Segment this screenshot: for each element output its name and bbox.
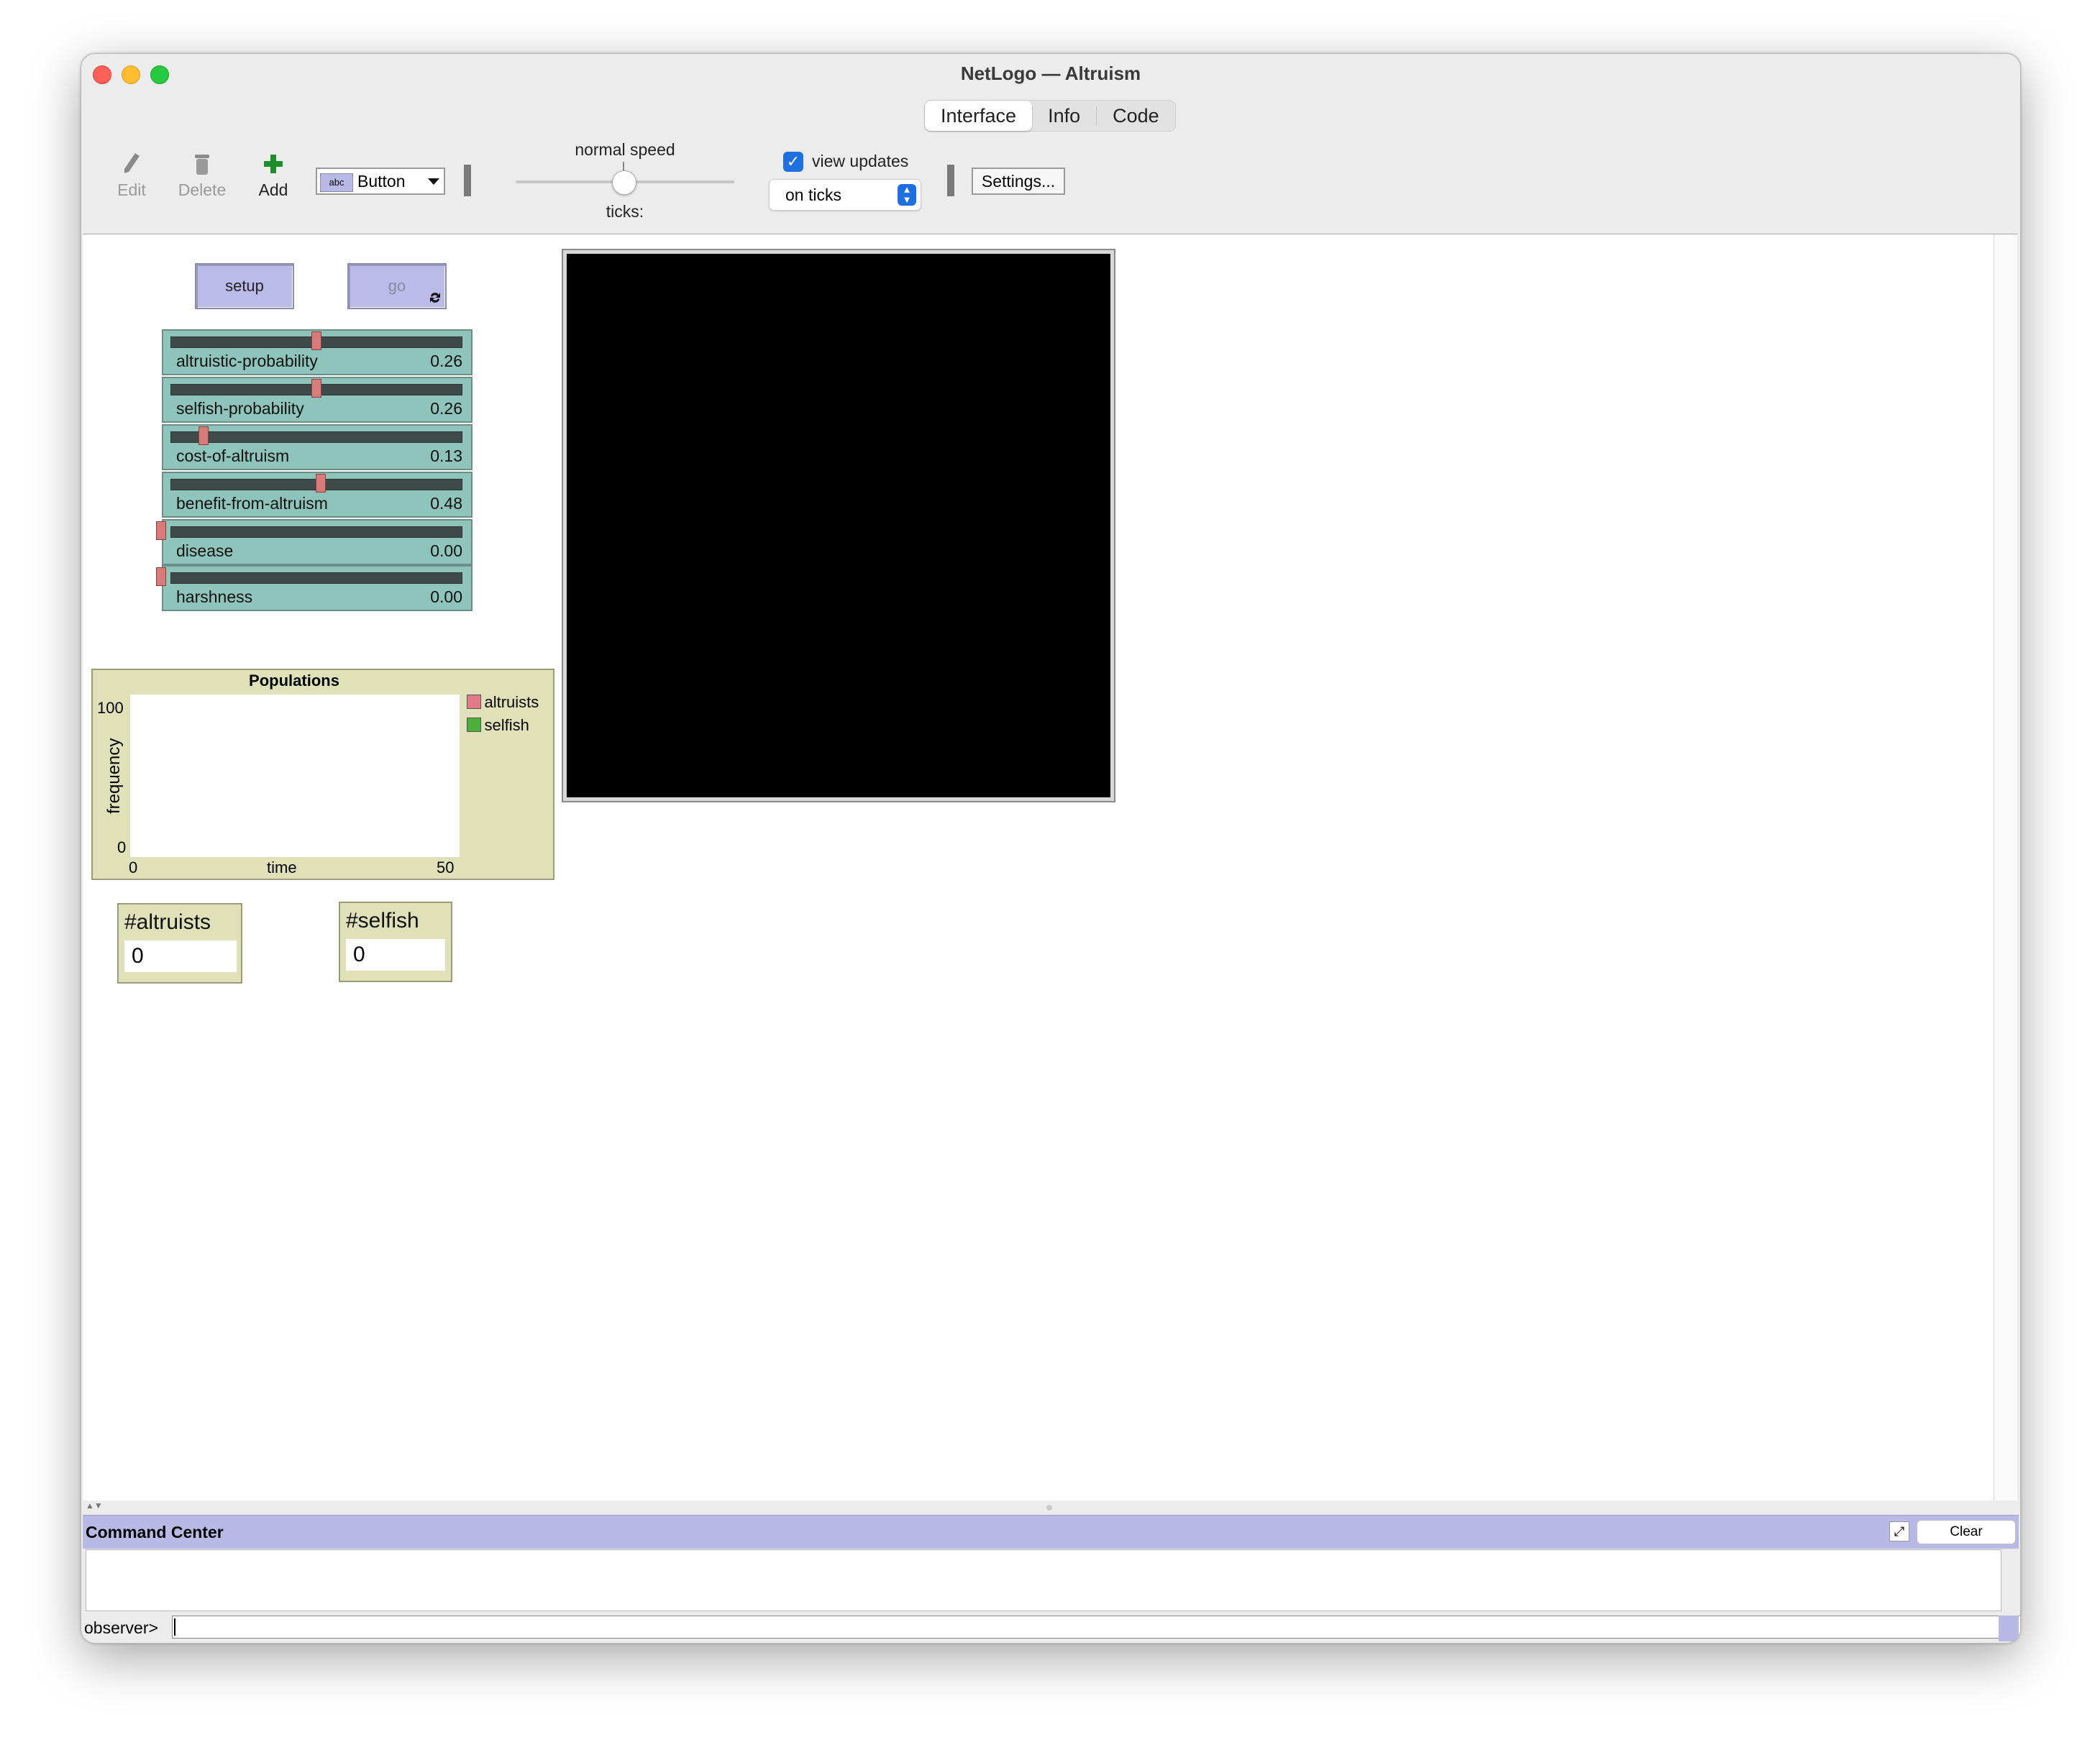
slider-label: selfish-probability	[176, 399, 304, 418]
command-input[interactable]	[172, 1616, 2020, 1639]
slider-track[interactable]	[170, 431, 462, 443]
slider-value: 0.48	[430, 494, 462, 513]
slider-label: altruistic-probability	[176, 352, 318, 370]
delete-button[interactable]: Delete	[166, 152, 238, 200]
slider-label: benefit-from-altruism	[176, 494, 328, 513]
trash-icon	[195, 155, 209, 175]
update-mode-value: on ticks	[785, 185, 841, 204]
expand-icon[interactable]: ⤢	[1889, 1521, 1909, 1541]
canvas-scrollbar[interactable]	[1994, 234, 2016, 1501]
slider-handle[interactable]	[198, 426, 209, 445]
chevron-down-icon	[428, 178, 439, 185]
slider-altruistic-probability[interactable]: altruistic-probability 0.26	[162, 329, 472, 375]
tab-code[interactable]: Code	[1097, 101, 1175, 131]
setup-button[interactable]: setup	[195, 263, 294, 309]
legend-swatch-altruists	[467, 695, 481, 709]
slider-handle[interactable]	[311, 379, 321, 398]
slider-value: 0.26	[430, 399, 462, 418]
view-updates-label: view updates	[812, 152, 909, 170]
legend-label-altruists: altruists	[484, 693, 539, 711]
delete-label: Delete	[178, 180, 227, 199]
slider-label: cost-of-altruism	[176, 446, 290, 465]
monitor-altruists-label: #altruists	[124, 910, 211, 934]
plot-ylabel: frequency	[104, 738, 124, 814]
plus-icon	[264, 155, 283, 173]
slider-value: 0.00	[430, 587, 462, 606]
add-label: Add	[258, 180, 288, 199]
tab-bar: Interface Info Code	[924, 100, 1176, 132]
slider-handle[interactable]	[316, 474, 326, 493]
legend-label-selfish: selfish	[484, 716, 529, 734]
world-view[interactable]	[562, 249, 1115, 802]
tab-info[interactable]: Info	[1032, 101, 1096, 131]
command-output	[86, 1549, 2001, 1611]
slider-value: 0.13	[430, 446, 462, 465]
split-arrows-icon[interactable]: ▲▼	[86, 1501, 103, 1511]
button-widget-icon: abc	[320, 173, 353, 192]
toolbar-separator	[464, 165, 471, 196]
ticks-label: ticks:	[606, 202, 644, 221]
slider-handle[interactable]	[311, 331, 321, 350]
window-title: NetLogo — Altruism	[960, 63, 1141, 84]
update-mode-select[interactable]: on ticks ▲ ▼	[769, 179, 921, 211]
splitter-handle[interactable]	[1046, 1505, 1052, 1511]
slider-track[interactable]	[170, 526, 462, 538]
slider-cost-of-altruism[interactable]: cost-of-altruism 0.13	[162, 424, 472, 470]
command-center: ▲▼ Command Center ⤢ Clear observer>	[83, 1501, 2020, 1641]
slider-selfish-probability[interactable]: selfish-probability 0.26	[162, 377, 472, 423]
plot-legend: altruists selfish	[467, 693, 539, 739]
go-label: go	[388, 277, 406, 295]
legend-swatch-selfish	[467, 718, 481, 732]
slider-label: disease	[176, 541, 234, 560]
stepper-arrows-icon: ▲ ▼	[898, 184, 916, 206]
monitor-selfish[interactable]: #selfish 0	[339, 902, 452, 982]
forever-loop-icon	[430, 293, 440, 303]
legend-item-altruists: altruists	[467, 693, 539, 716]
monitor-altruists[interactable]: #altruists 0	[117, 903, 242, 984]
add-button[interactable]: Add	[248, 152, 298, 200]
observer-prompt[interactable]: observer>	[84, 1618, 158, 1638]
monitor-selfish-value: 0	[346, 939, 445, 971]
tab-interface[interactable]: Interface	[925, 101, 1033, 131]
legend-item-selfish: selfish	[467, 716, 539, 739]
slider-handle[interactable]	[156, 521, 166, 540]
plot-xmax: 50	[437, 858, 455, 876]
slider-disease[interactable]: disease 0.00	[156, 519, 472, 565]
plot-ymax: 100	[97, 699, 124, 717]
edit-label: Edit	[117, 180, 146, 199]
command-center-title: Command Center	[86, 1523, 224, 1541]
interface-canvas: setup go altruistic-probability 0.26 selfi…	[83, 234, 2017, 1501]
slider-value: 0.00	[430, 541, 462, 560]
plot-xlabel: time	[267, 858, 297, 876]
monitor-selfish-label: #selfish	[346, 909, 419, 933]
widget-type-dropdown[interactable]: abc Button	[316, 168, 445, 195]
slider-value: 0.26	[430, 352, 462, 370]
slider-track[interactable]	[170, 572, 462, 584]
text-cursor	[174, 1618, 175, 1636]
toolbar-separator-2	[947, 165, 954, 196]
view-updates-checkbox[interactable]: ✓	[783, 152, 803, 172]
title-bar: NetLogo — Altruism	[81, 54, 2020, 94]
speed-slider-handle[interactable]	[612, 170, 636, 195]
plot-area	[130, 695, 460, 857]
plot-xmin: 0	[129, 858, 138, 876]
clear-button[interactable]: Clear	[1917, 1520, 2016, 1544]
settings-button[interactable]: Settings...	[972, 168, 1065, 195]
speed-label: normal speed	[575, 140, 675, 159]
slider-harshness[interactable]: harshness 0.00	[156, 565, 472, 611]
widget-type-value: Button	[357, 172, 406, 191]
plot-ymin: 0	[117, 838, 127, 856]
monitor-altruists-value: 0	[124, 940, 237, 972]
plot-title: Populations	[249, 672, 339, 690]
slider-handle[interactable]	[156, 567, 166, 586]
pencil-icon	[124, 153, 140, 173]
go-button[interactable]: go	[347, 263, 447, 309]
populations-plot: Populations 100 0 frequency 0 time 50 al…	[91, 669, 554, 880]
slider-benefit-from-altruism[interactable]: benefit-from-altruism 0.48	[162, 472, 472, 518]
command-history-scroll[interactable]	[1999, 1616, 2019, 1641]
slider-label: harshness	[176, 587, 253, 606]
netlogo-window: NetLogo — Altruism Interface Info Code E…	[81, 53, 2021, 1644]
command-center-header: Command Center ⤢ Clear	[83, 1515, 2019, 1549]
edit-button[interactable]: Edit	[103, 152, 160, 200]
